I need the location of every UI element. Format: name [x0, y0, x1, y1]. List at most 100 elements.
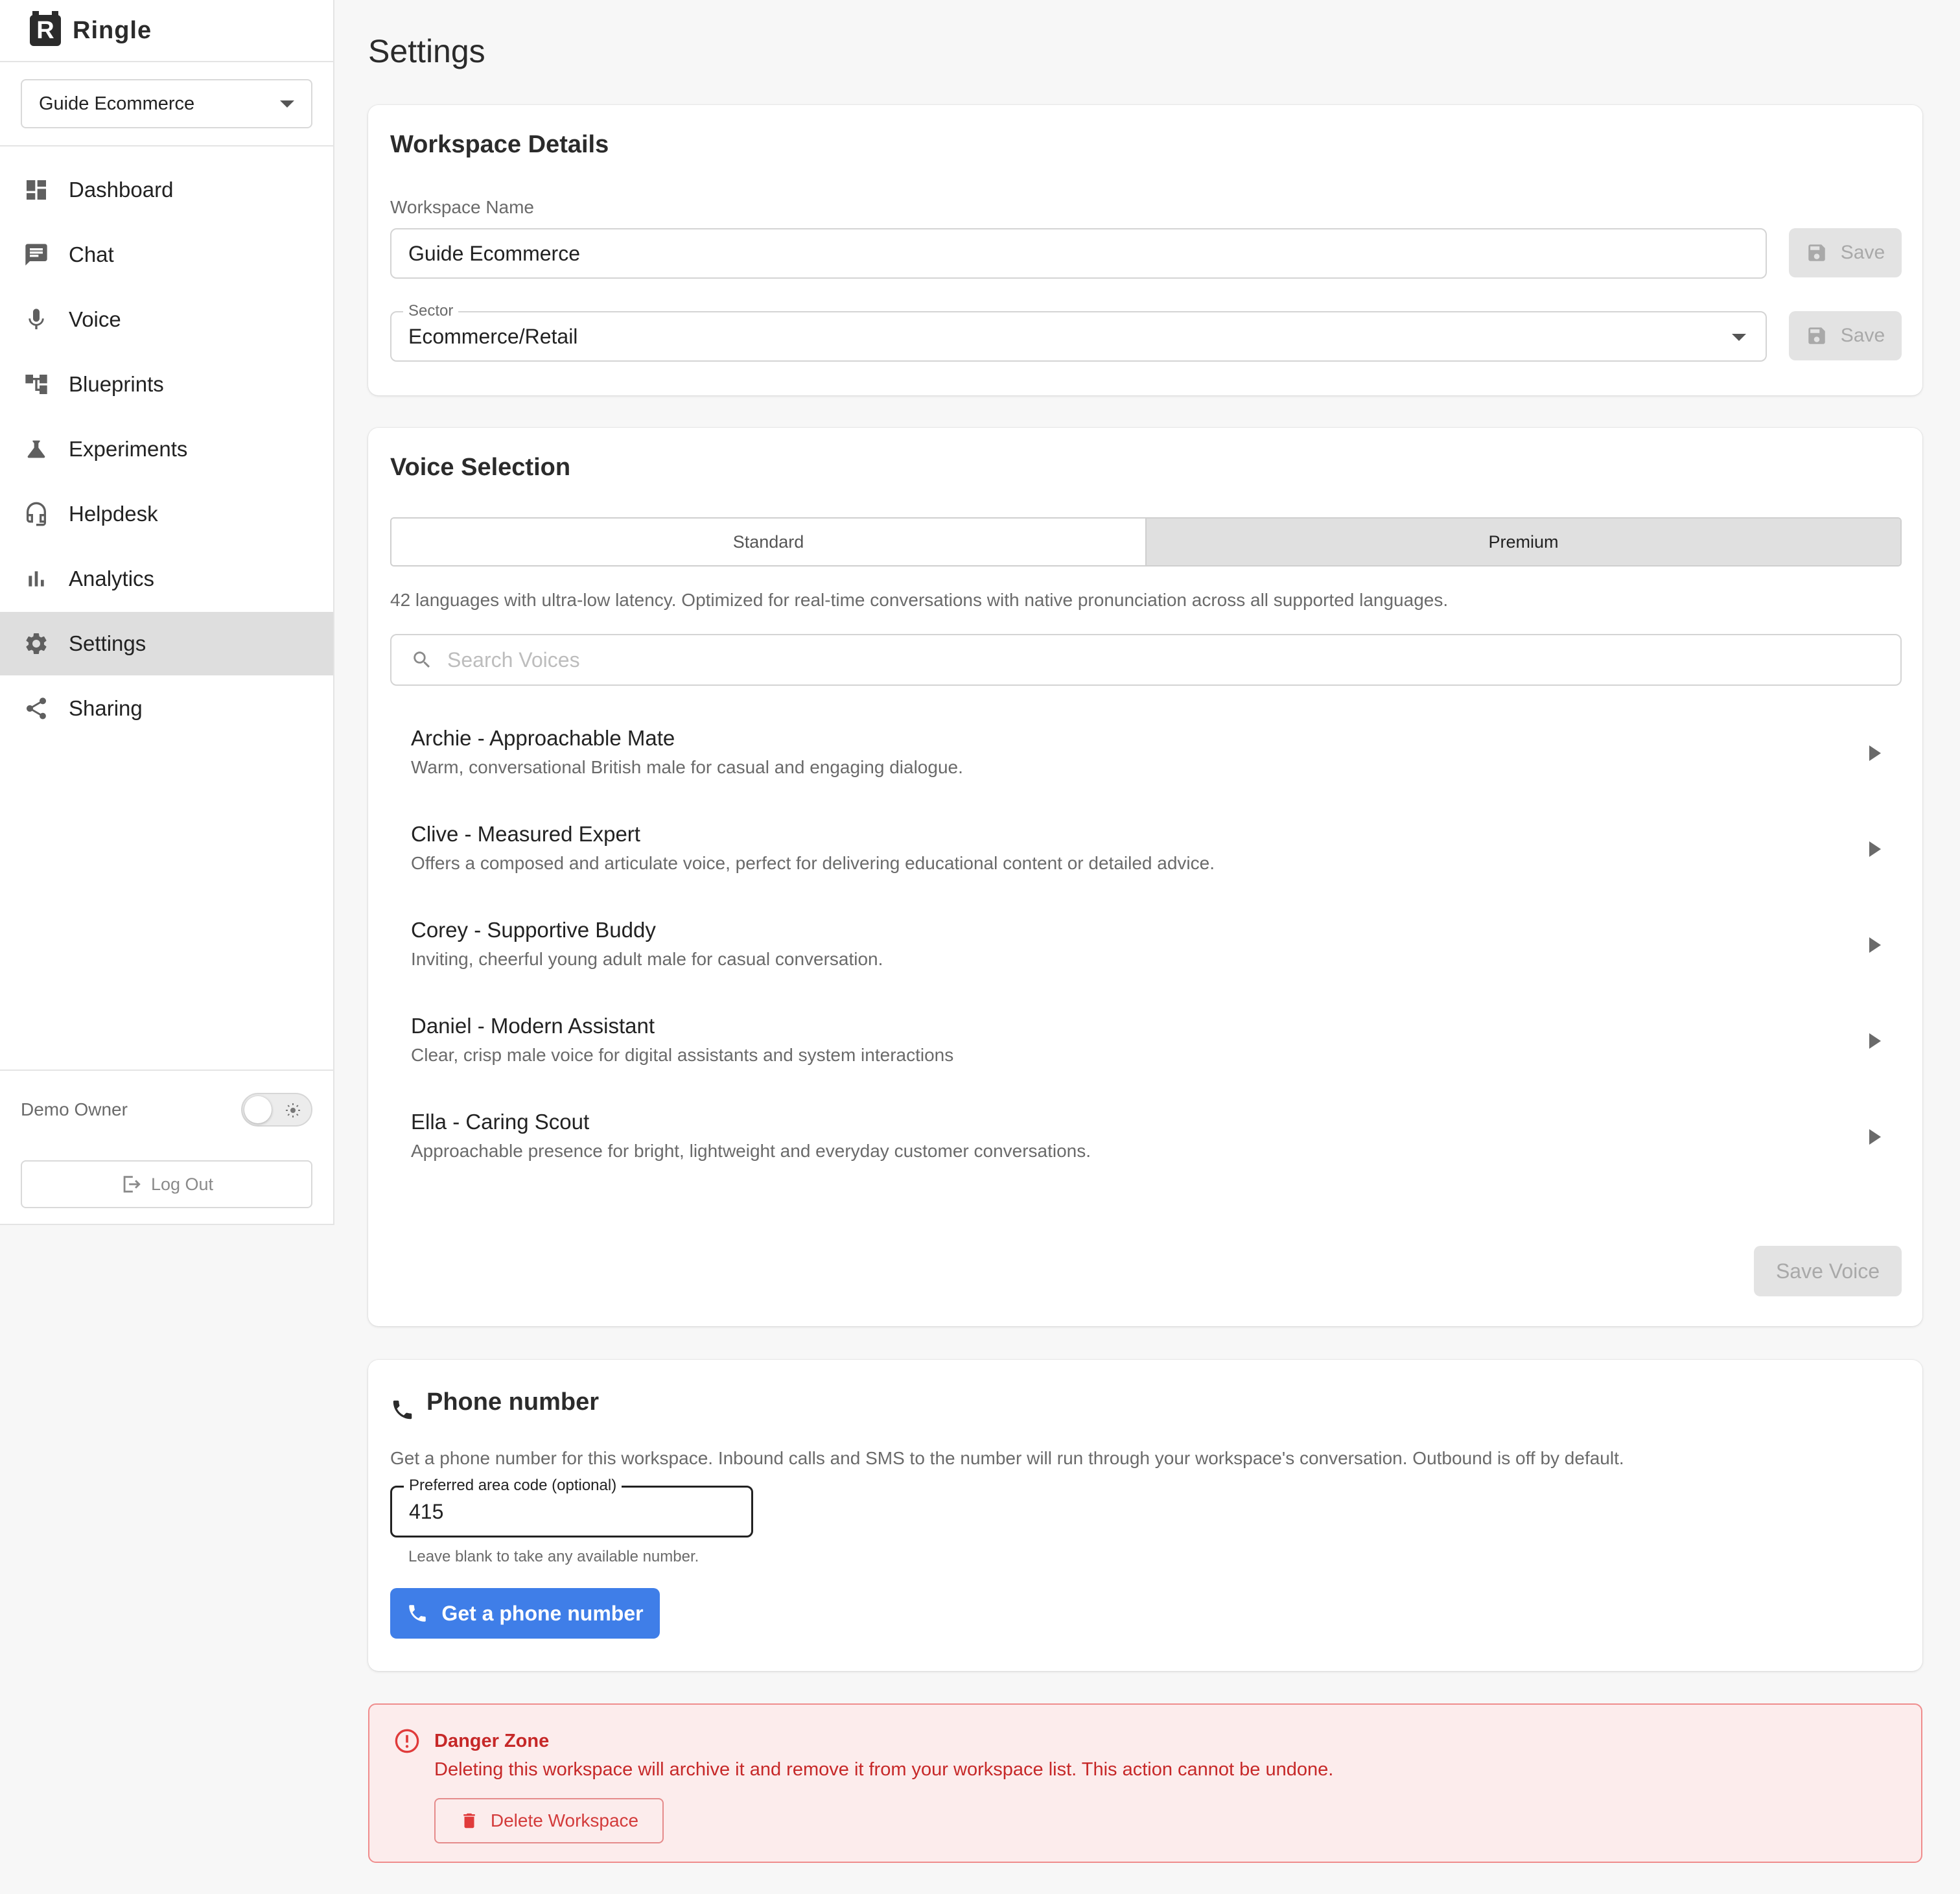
area-code-helper: Leave blank to take any available number… [408, 1548, 699, 1565]
sidebar-item-blueprints[interactable]: Blueprints [0, 353, 333, 416]
button-label: Get a phone number [441, 1601, 644, 1625]
share-icon [23, 696, 49, 721]
logout-label: Log Out [150, 1174, 214, 1194]
microphone-icon [23, 307, 49, 333]
alert-circle-icon [395, 1729, 419, 1753]
voice-description: Warm, conversational British male for ca… [411, 757, 963, 777]
save-sector-button[interactable]: Save [1789, 311, 1902, 360]
sidebar-item-dashboard[interactable]: Dashboard [0, 158, 333, 222]
sector-label: Sector [403, 303, 459, 320]
save-workspace-name-button[interactable]: Save [1789, 228, 1902, 277]
sidebar-item-voice[interactable]: Voice [0, 288, 333, 351]
sidebar-item-label: Dashboard [69, 178, 174, 202]
save-label: Save [1840, 242, 1885, 263]
chat-icon [23, 242, 49, 268]
workspace-name-input[interactable]: Guide Ecommerce [390, 228, 1767, 279]
sidebar-item-experiments[interactable]: Experiments [0, 417, 333, 481]
voice-item-corey[interactable]: Corey - Supportive Buddy Inviting, cheer… [390, 898, 1902, 994]
sidebar-item-chat[interactable]: Chat [0, 223, 333, 286]
search-icon [414, 651, 430, 668]
voice-tier-description: 42 languages with ultra-low latency. Opt… [390, 590, 1449, 610]
voice-search[interactable] [390, 634, 1902, 686]
voice-name: Ella - Caring Scout [411, 1110, 590, 1134]
danger-title: Danger Zone [434, 1731, 550, 1751]
voice-description: Inviting, cheerful young adult male for … [411, 949, 883, 969]
sidebar: R Ringle Guide Ecommerce Dashboard Chat … [0, 0, 334, 1225]
play-icon[interactable] [1869, 841, 1881, 857]
sidebar-item-label: Experiments [69, 437, 188, 461]
gear-icon [23, 631, 49, 657]
save-label: Save [1840, 325, 1885, 346]
sidebar-nav: Dashboard Chat Voice Blueprints Experime… [0, 158, 333, 742]
voice-selection-card: Voice Selection Standard Premium 42 lang… [368, 428, 1922, 1326]
voice-item-ella[interactable]: Ella - Caring Scout Approachable presenc… [390, 1090, 1902, 1186]
danger-text: Deleting this workspace will archive it … [434, 1759, 1334, 1780]
sidebar-item-settings[interactable]: Settings [0, 612, 333, 675]
sidebar-item-label: Analytics [69, 567, 155, 590]
play-icon[interactable] [1869, 1129, 1881, 1145]
bar-chart-icon [23, 566, 49, 592]
brand[interactable]: R Ringle [0, 0, 333, 62]
workspace-switcher[interactable]: Guide Ecommerce [21, 79, 312, 128]
headset-icon [23, 501, 49, 527]
user-name: Demo Owner [21, 1099, 128, 1119]
logout-button[interactable]: Log Out [21, 1160, 312, 1208]
voice-name: Archie - Approachable Mate [411, 726, 675, 750]
chevron-down-icon [1732, 334, 1746, 341]
sun-icon [286, 1103, 300, 1117]
ringle-logo-icon: R [30, 11, 61, 46]
play-icon[interactable] [1869, 937, 1881, 953]
phone-description: Get a phone number for this workspace. I… [390, 1448, 1624, 1468]
get-phone-number-button[interactable]: Get a phone number [390, 1588, 660, 1639]
workspace-details-card: Workspace Details Workspace Name Guide E… [368, 105, 1922, 395]
trash-icon [463, 1813, 475, 1829]
voice-tier-tabs: Standard Premium [390, 517, 1902, 567]
chevron-down-icon [280, 100, 294, 108]
sector-value: Ecommerce/Retail [408, 324, 578, 348]
sidebar-item-label: Chat [69, 242, 114, 266]
area-code-input[interactable]: Preferred area code (optional) 415 [390, 1477, 753, 1537]
danger-zone: Danger Zone Deleting this workspace will… [368, 1703, 1922, 1863]
save-voice-button[interactable]: Save Voice [1754, 1246, 1902, 1296]
voice-name: Corey - Supportive Buddy [411, 918, 656, 942]
button-label: Delete Workspace [490, 1810, 639, 1830]
voice-item-archie[interactable]: Archie - Approachable Mate Warm, convers… [390, 707, 1902, 802]
phone-icon [409, 1605, 426, 1622]
tab-premium[interactable]: Premium [1145, 519, 1900, 565]
delete-workspace-button[interactable]: Delete Workspace [434, 1798, 664, 1843]
brand-name: Ringle [73, 16, 152, 44]
voice-name: Daniel - Modern Assistant [411, 1014, 655, 1038]
sidebar-item-analytics[interactable]: Analytics [0, 547, 333, 611]
theme-toggle[interactable] [241, 1093, 312, 1127]
sidebar-item-label: Voice [69, 307, 121, 331]
sector-select[interactable]: Sector Ecommerce/Retail [390, 303, 1767, 362]
page-title: Settings [368, 33, 485, 69]
voice-item-daniel[interactable]: Daniel - Modern Assistant Clear, crisp m… [390, 994, 1902, 1090]
flask-icon [23, 436, 49, 462]
card-title: Voice Selection [390, 454, 571, 481]
save-icon [1808, 244, 1825, 261]
search-input[interactable] [446, 647, 1874, 673]
sidebar-item-label: Sharing [69, 696, 143, 720]
workspace-name-label: Workspace Name [390, 197, 535, 217]
toggle-knob [244, 1096, 272, 1123]
save-icon [1808, 327, 1825, 344]
voice-description: Offers a composed and articulate voice, … [411, 853, 1215, 873]
voice-item-clive[interactable]: Clive - Measured Expert Offers a compose… [390, 802, 1902, 898]
dashboard-icon [23, 177, 49, 203]
card-title: Workspace Details [390, 131, 609, 158]
card-title: Phone number [426, 1388, 600, 1416]
phone-icon [393, 1400, 412, 1420]
sidebar-item-label: Helpdesk [69, 502, 158, 526]
workspace-switcher-value: Guide Ecommerce [39, 93, 195, 114]
sidebar-item-helpdesk[interactable]: Helpdesk [0, 482, 333, 546]
sidebar-item-label: Settings [69, 631, 146, 655]
tab-standard[interactable]: Standard [391, 519, 1145, 565]
voice-name: Clive - Measured Expert [411, 822, 640, 846]
play-icon[interactable] [1869, 1033, 1881, 1049]
sidebar-item-sharing[interactable]: Sharing [0, 677, 333, 740]
play-icon[interactable] [1869, 745, 1881, 761]
area-code-label: Preferred area code (optional) [404, 1477, 622, 1494]
voice-list: Archie - Approachable Mate Warm, convers… [390, 707, 1902, 1186]
area-code-value: 415 [409, 1499, 444, 1523]
